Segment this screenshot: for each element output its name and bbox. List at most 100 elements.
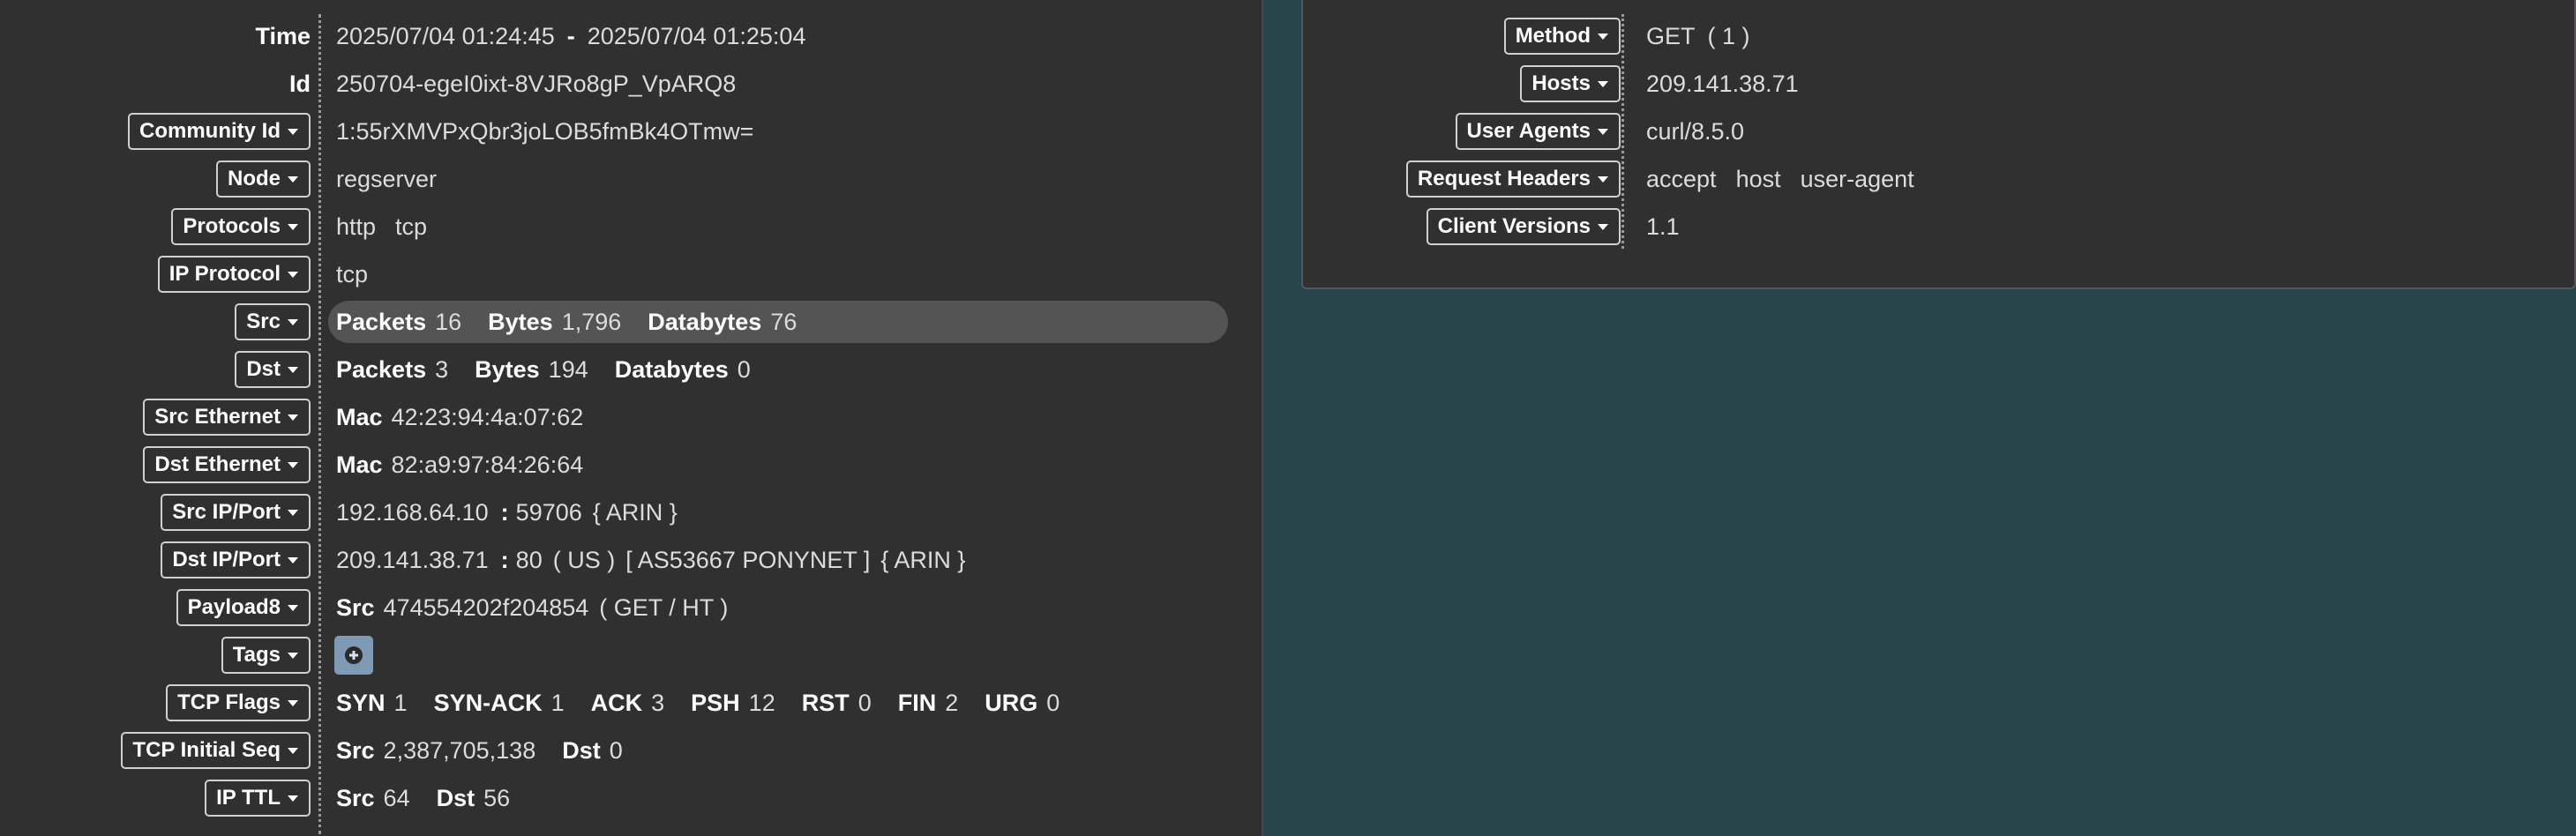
dst-row: Dst Packets 3 Bytes 194 Databytes 0 [0, 346, 1262, 393]
caret-down-icon [288, 318, 298, 325]
ip-protocol-row: IP Protocol tcp [0, 250, 1262, 298]
protocols-dropdown[interactable]: Protocols [171, 208, 311, 245]
method-count: ( 1 ) [1707, 22, 1750, 49]
mac-key: Mac [336, 451, 383, 478]
flag-fin-key: FIN [897, 689, 937, 716]
dst-port[interactable]: 80 [516, 547, 543, 574]
protocol-value[interactable]: tcp [395, 213, 427, 241]
src-rir: { ARIN } [592, 498, 678, 526]
tcp-flags-dropdown[interactable]: TCP Flags [166, 684, 311, 721]
node-value: regserver [336, 165, 438, 192]
ip-ttl-label: IP TTL [216, 786, 281, 810]
session-id: 250704-egeI0ixt-8VJRo8gP_VpARQ8 [336, 70, 737, 97]
caret-down-icon [288, 366, 298, 373]
ip-ttl-row: IP TTL Src 64 Dst 56 [0, 774, 1262, 822]
payload8-dropdown[interactable]: Payload8 [176, 589, 311, 626]
method-row: Method GET ( 1 ) [1303, 12, 2574, 60]
flag-syn-ack-key: SYN-ACK [433, 689, 543, 716]
user-agents-dropdown[interactable]: User Agents [1455, 113, 1621, 150]
client-versions-dropdown[interactable]: Client Versions [1426, 208, 1621, 245]
hosts-row: Hosts 209.141.38.71 [1303, 60, 2574, 108]
caret-down-icon [288, 556, 298, 564]
caret-down-icon [288, 604, 298, 611]
dst-asn: [ AS53667 PONYNET ] [625, 546, 871, 573]
caret-down-icon [288, 271, 298, 278]
dst-ip[interactable]: 209.141.38.71 [336, 547, 489, 574]
client-versions-label: Client Versions [1437, 214, 1591, 238]
caret-down-icon [1598, 175, 1608, 183]
time-row: Time 2025/07/04 01:24:45 - 2025/07/04 01… [0, 12, 1262, 60]
flag-fin-count: 2 [945, 689, 959, 716]
bytes-key: Bytes [488, 308, 553, 335]
ip-protocol-dropdown[interactable]: IP Protocol [157, 256, 311, 293]
src-ethernet-label: Src Ethernet [154, 405, 281, 429]
community-id-row: Community Id 1:55rXMVPxQbr3joLOB5fmBk4OT… [0, 108, 1262, 155]
src-ethernet-row: Src Ethernet Mac 42:23:94:4a:07:62 [0, 393, 1262, 441]
request-header-value[interactable]: accept [1646, 166, 1717, 193]
protocols-label: Protocols [183, 214, 281, 238]
src-ethernet-dropdown[interactable]: Src Ethernet [143, 399, 311, 436]
node-dropdown[interactable]: Node [216, 160, 311, 198]
user-agents-value[interactable]: curl/8.5.0 [1646, 118, 1744, 146]
time-label: Time [255, 22, 311, 49]
caret-down-icon [288, 223, 298, 230]
src-bytes: 1,796 [561, 308, 622, 335]
node-row: Node regserver [0, 155, 1262, 203]
mac-key: Mac [336, 403, 383, 430]
ttl-src-key: Src [336, 784, 375, 811]
http-fields-panel: Method GET ( 1 ) Hosts 209.141.38.71 Use… [1301, 0, 2576, 289]
flag-syn-key: SYN [336, 689, 386, 716]
caret-down-icon [1598, 128, 1608, 135]
client-versions-row: Client Versions 1.1 [1303, 203, 2574, 250]
src-dropdown[interactable]: Src [235, 303, 311, 340]
packets-key: Packets [336, 308, 427, 335]
src-ip[interactable]: 192.168.64.10 [336, 499, 489, 526]
dst-rir: { ARIN } [880, 546, 966, 573]
tags-label: Tags [232, 643, 281, 667]
src-ip-port-dropdown[interactable]: Src IP/Port [161, 494, 311, 531]
dst-ip-port-label: Dst IP/Port [172, 548, 281, 571]
dst-mac[interactable]: 82:a9:97:84:26:64 [392, 452, 584, 479]
method-value[interactable]: GET [1646, 23, 1696, 50]
ip-ttl-dropdown[interactable]: IP TTL [205, 780, 311, 817]
time-end: 2025/07/04 01:25:04 [587, 22, 806, 49]
flag-urg-count: 0 [1046, 689, 1060, 716]
add-tag-button[interactable] [334, 636, 373, 675]
src-label: Src [246, 310, 281, 333]
dst-ip-port-row: Dst IP/Port 209.141.38.71 : 80 ( US ) [ … [0, 536, 1262, 584]
src-databytes: 76 [770, 308, 798, 335]
payload-hex[interactable]: 474554202f204854 [384, 594, 589, 622]
tags-dropdown[interactable]: Tags [221, 637, 311, 674]
caret-down-icon [288, 652, 298, 659]
hosts-value[interactable]: 209.141.38.71 [1646, 71, 1799, 98]
dst-ip-port-dropdown[interactable]: Dst IP/Port [161, 541, 311, 578]
dst-ethernet-dropdown[interactable]: Dst Ethernet [143, 446, 311, 483]
src-port[interactable]: 59706 [516, 499, 582, 526]
tcp-initial-seq-row: TCP Initial Seq Src 2,387,705,138 Dst 0 [0, 727, 1262, 774]
session-detail-view: Time 2025/07/04 01:24:45 - 2025/07/04 01… [0, 0, 2576, 836]
flag-psh-key: PSH [691, 689, 740, 716]
request-headers-dropdown[interactable]: Request Headers [1405, 160, 1621, 198]
packets-key: Packets [336, 355, 427, 383]
method-dropdown[interactable]: Method [1503, 18, 1621, 55]
hosts-label: Hosts [1531, 71, 1591, 95]
caret-down-icon [288, 509, 298, 516]
flag-syn-ack-count: 1 [550, 689, 565, 716]
seq-dst-key: Dst [562, 736, 601, 764]
community-id-dropdown[interactable]: Community Id [128, 113, 311, 150]
tcp-initial-seq-dropdown[interactable]: TCP Initial Seq [121, 732, 311, 769]
request-header-value[interactable]: host [1736, 166, 1781, 193]
protocol-value[interactable]: http [336, 213, 376, 241]
community-id-value: 1:55rXMVPxQbr3joLOB5fmBk4OTmw= [336, 117, 754, 145]
ttl-src-value: 64 [383, 784, 410, 811]
bytes-key: Bytes [475, 355, 540, 383]
src-mac[interactable]: 42:23:94:4a:07:62 [392, 404, 584, 431]
time-start: 2025/07/04 01:24:45 [336, 22, 555, 49]
tcp-initial-seq-label: TCP Initial Seq [132, 738, 281, 762]
client-versions-value[interactable]: 1.1 [1646, 213, 1680, 241]
hosts-dropdown[interactable]: Hosts [1520, 65, 1621, 102]
request-header-value[interactable]: user-agent [1801, 166, 1914, 193]
dst-dropdown[interactable]: Dst [235, 351, 311, 388]
method-label: Method [1515, 24, 1591, 48]
dst-country: ( US ) [552, 546, 616, 573]
